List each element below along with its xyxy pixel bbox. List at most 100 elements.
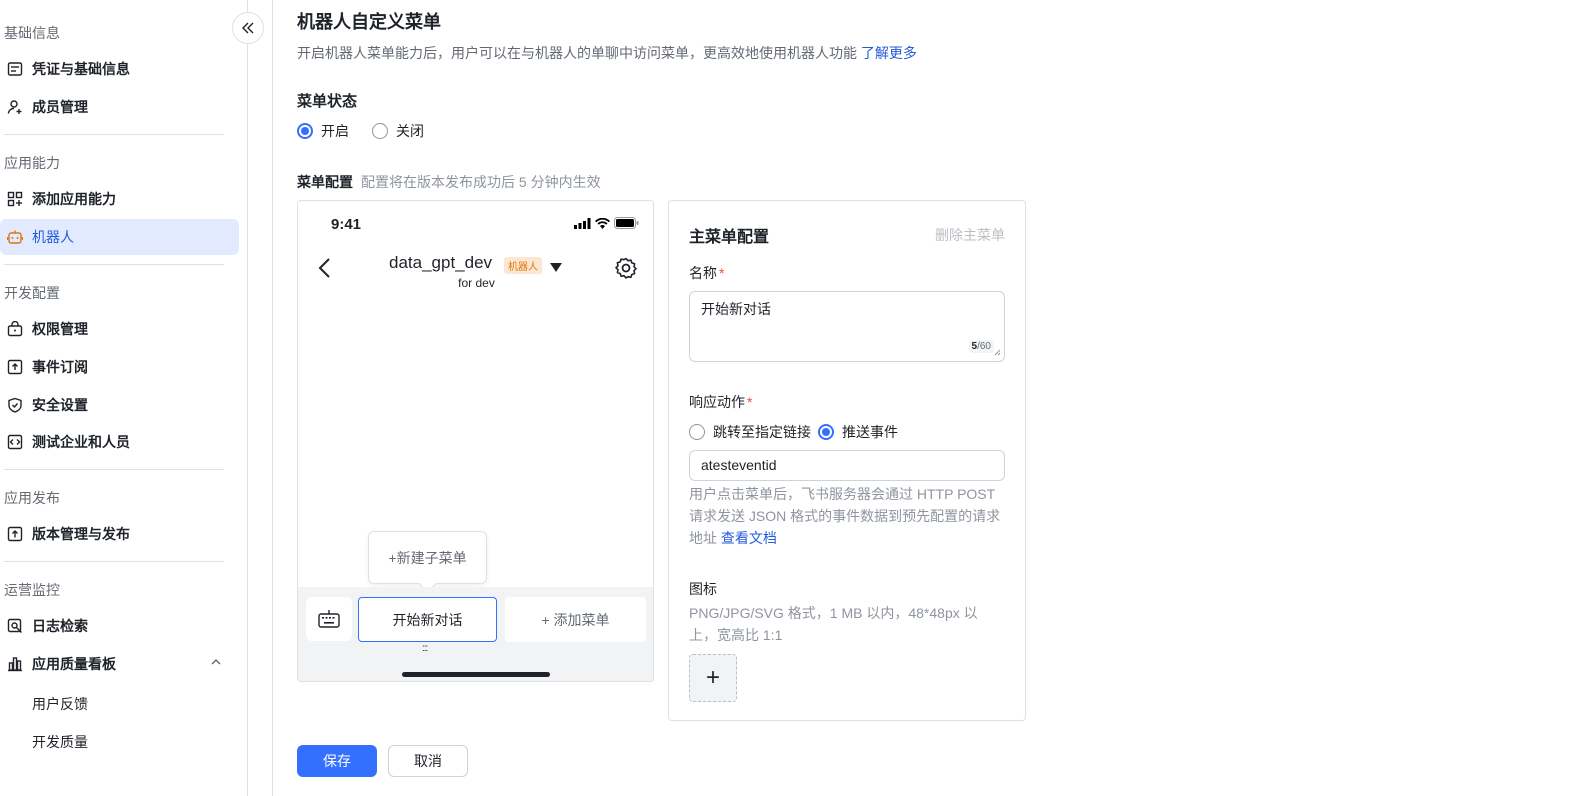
group-title-dev: 开发配置: [4, 285, 60, 301]
push-event-radio[interactable]: 推送事件: [818, 422, 898, 442]
group-title-ops: 运营监控: [4, 582, 60, 598]
app-add-icon: [6, 190, 24, 208]
label-text: 响应动作: [689, 394, 745, 410]
divider: [4, 134, 224, 135]
menu-config-label: 菜单配置 配置将在版本发布成功后 5 分钟内生效: [297, 172, 601, 192]
sidebar-subitem-dev-quality[interactable]: 开发质量: [32, 732, 88, 752]
status-on-radio[interactable]: 开启: [297, 121, 349, 141]
upload-icon: [6, 525, 24, 543]
battery-icon: [614, 217, 639, 229]
menu-config-title: 菜单配置: [297, 174, 353, 190]
double-chevron-left-icon[interactable]: [232, 12, 264, 44]
action-label: 响应动作 *: [689, 392, 752, 412]
sidebar-subitem-feedback[interactable]: 用户反馈: [32, 694, 88, 714]
lock-bag-icon: [6, 320, 24, 338]
gear-icon[interactable]: [614, 256, 638, 283]
sidebar-item-credentials[interactable]: 凭证与基础信息: [0, 51, 239, 87]
home-indicator: [402, 672, 550, 677]
radio-label: 关闭: [396, 123, 424, 139]
event-id-input[interactable]: atesteventid: [689, 450, 1005, 481]
help-line: 地址: [689, 530, 721, 546]
divider: [4, 469, 224, 470]
panel-title: 主菜单配置: [689, 229, 770, 246]
sidebar-item-robot[interactable]: 机器人: [0, 219, 239, 255]
menu-config-hint: 配置将在版本发布成功后 5 分钟内生效: [361, 174, 601, 190]
chat-header: data_gpt_dev 机器人 for dev: [298, 253, 653, 293]
name-label: 名称 *: [689, 263, 724, 283]
chevron-up-icon[interactable]: [210, 655, 222, 671]
user-add-icon: [6, 98, 24, 116]
phone-preview: 9:41 data_gpt_dev 机器人 for dev +新建子菜单 开始新…: [297, 200, 654, 682]
content-gutter: [248, 0, 273, 796]
icon-help: PNG/JPG/SVG 格式，1 MB 以内，48*48px 以 上，宽高比 1…: [689, 602, 978, 646]
delete-main-menu-button[interactable]: 删除主菜单: [935, 225, 1005, 245]
menu-config-panel: 主菜单配置 删除主菜单 名称 * 开始新对话 5/60 响应动作 * 跳转至指定链接…: [668, 200, 1026, 721]
radio-unchecked-icon: [689, 424, 705, 440]
help-line: 用户点击菜单后，飞书服务器会通过 HTTP POST: [689, 486, 996, 502]
sidebar-item-logs[interactable]: 日志检索: [0, 608, 239, 644]
chat-name: data_gpt_dev: [389, 253, 493, 272]
group-title-capability: 应用能力: [4, 155, 60, 171]
jump-link-radio[interactable]: 跳转至指定链接: [689, 422, 811, 442]
status-icons: [574, 217, 639, 229]
sidebar: 基础信息 凭证与基础信息 成员管理 应用能力 添加应用能力 机器人 开发配置 权…: [0, 0, 248, 796]
required-mark: *: [747, 394, 753, 410]
radio-label: 跳转至指定链接: [713, 424, 811, 440]
event-icon: [6, 358, 24, 376]
sidebar-item-events[interactable]: 事件订阅: [0, 349, 239, 385]
sidebar-item-security[interactable]: 安全设置: [0, 387, 239, 423]
status-time: 9:41: [331, 216, 362, 233]
drag-handle-icon[interactable]: :::: [422, 643, 428, 654]
sidebar-item-test-org[interactable]: 测试企业和人员: [0, 424, 239, 460]
sidebar-item-label: 日志检索: [32, 618, 88, 634]
action-help: 用户点击菜单后，飞书服务器会通过 HTTP POST 请求发送 JSON 格式的…: [689, 483, 1000, 549]
bot-tag: 机器人: [504, 257, 542, 274]
sidebar-item-label: 凭证与基础信息: [32, 61, 130, 77]
sidebar-item-label: 添加应用能力: [32, 191, 116, 207]
add-menu-button[interactable]: + 添加菜单: [505, 597, 646, 642]
sidebar-item-label: 事件订阅: [32, 359, 88, 375]
char-counter: 5/60: [968, 340, 994, 353]
resize-handle-icon[interactable]: [994, 343, 1001, 359]
wifi-icon: [595, 217, 610, 229]
name-textarea[interactable]: 开始新对话 5/60: [689, 291, 1005, 362]
icon-upload-button[interactable]: +: [689, 654, 737, 702]
view-docs-link[interactable]: 查看文档: [721, 530, 777, 546]
sidebar-item-label: 成员管理: [32, 99, 88, 115]
sidebar-item-label: 权限管理: [32, 321, 88, 337]
save-button[interactable]: 保存: [297, 745, 377, 777]
chart-icon: [6, 655, 24, 673]
page-title: 机器人自定义菜单: [297, 12, 441, 32]
credential-icon: [6, 60, 24, 78]
help-line: 上，宽高比 1:1: [689, 627, 783, 643]
sidebar-item-add-capability[interactable]: 添加应用能力: [0, 181, 239, 217]
radio-checked-icon: [297, 123, 313, 139]
code-icon: [6, 433, 24, 451]
divider: [4, 264, 224, 265]
group-title-basic: 基础信息: [4, 25, 60, 41]
label-text: 名称: [689, 265, 717, 281]
learn-more-link[interactable]: 了解更多: [861, 45, 917, 61]
radio-label: 推送事件: [842, 424, 898, 440]
sidebar-item-versions[interactable]: 版本管理与发布: [0, 516, 239, 552]
counter-max: /60: [977, 341, 991, 352]
plus-icon: +: [705, 664, 720, 691]
signal-icon: [574, 217, 591, 229]
status-off-radio[interactable]: 关闭: [372, 121, 424, 141]
sidebar-item-permissions[interactable]: 权限管理: [0, 311, 239, 347]
name-value: 开始新对话: [701, 301, 771, 317]
keyboard-icon[interactable]: [306, 597, 352, 641]
help-line: PNG/JPG/SVG 格式，1 MB 以内，48*48px 以: [689, 605, 978, 621]
new-submenu-popover[interactable]: +新建子菜单: [368, 531, 487, 584]
cancel-button[interactable]: 取消: [388, 745, 468, 777]
radio-checked-icon: [818, 424, 834, 440]
log-search-icon: [6, 617, 24, 635]
page-description: 开启机器人菜单能力后，用户可以在与机器人的单聊中访问菜单，更高效地使用机器人功能…: [297, 43, 917, 63]
sidebar-item-members[interactable]: 成员管理: [0, 89, 239, 125]
sidebar-item-quality-board[interactable]: 应用质量看板: [0, 646, 239, 682]
sidebar-item-label: 版本管理与发布: [32, 526, 130, 542]
divider: [4, 561, 224, 562]
main-menu-button[interactable]: 开始新对话: [358, 597, 497, 642]
icon-label: 图标: [689, 581, 717, 597]
triangle-down-icon[interactable]: [550, 259, 562, 275]
